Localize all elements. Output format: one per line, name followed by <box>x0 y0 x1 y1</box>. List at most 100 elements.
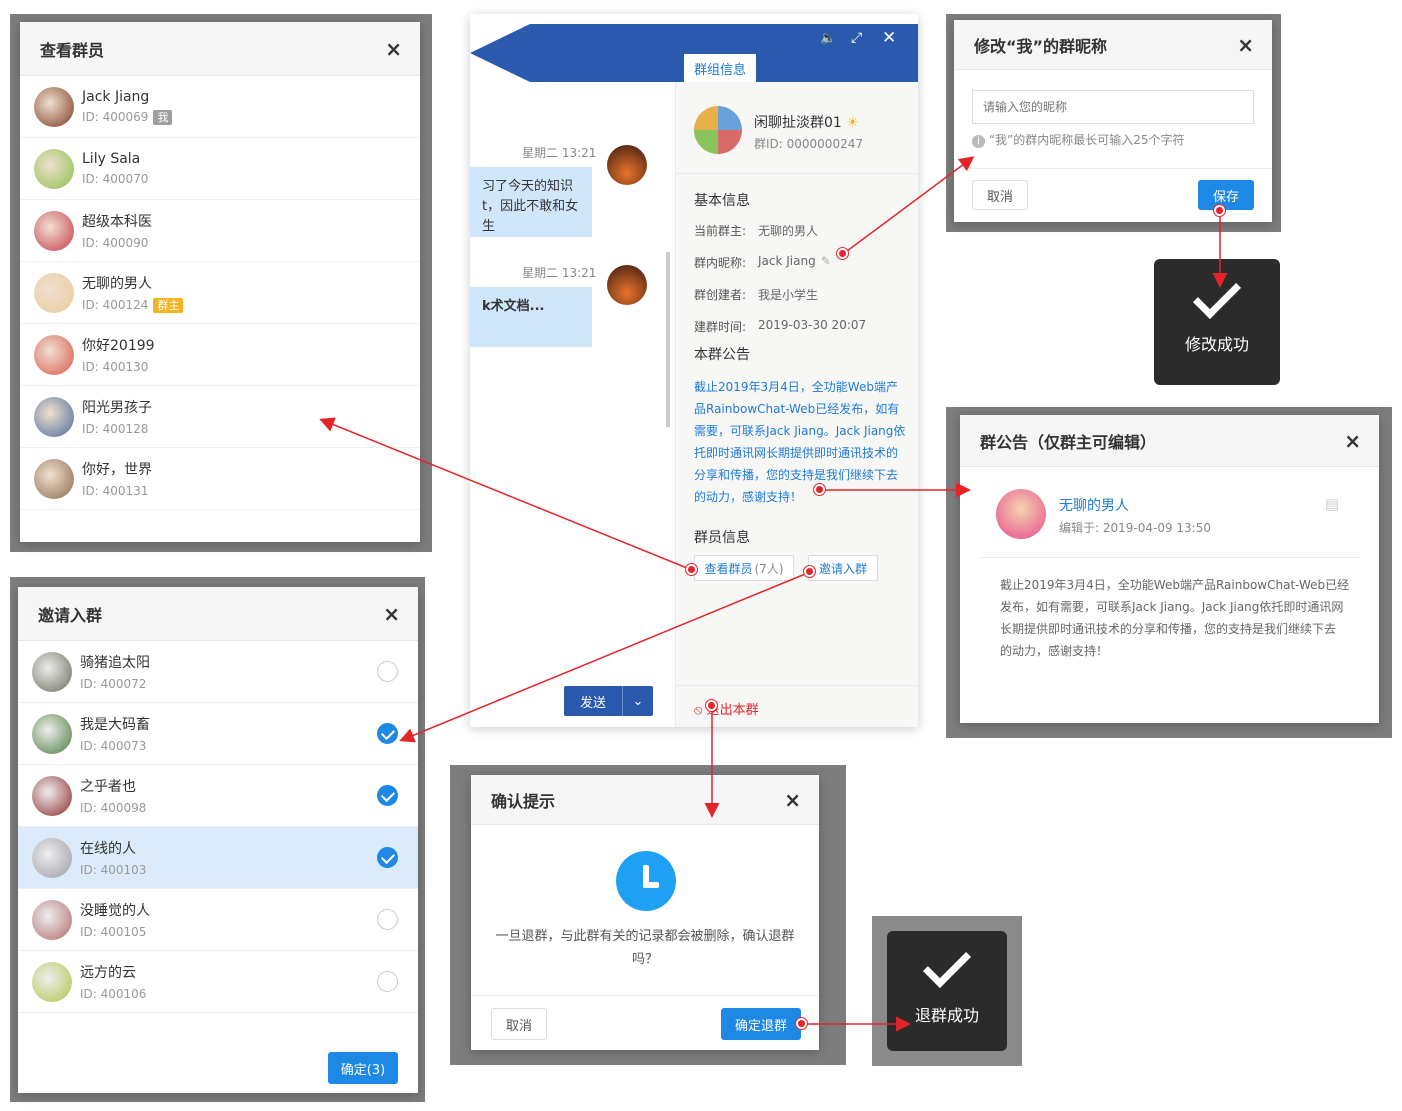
select-checkbox[interactable] <box>377 909 398 930</box>
close-icon[interactable]: × <box>1344 431 1361 451</box>
owner-row: 当前群主: 无聊的男人 <box>694 222 909 239</box>
owner-value[interactable]: 无聊的男人 <box>758 222 818 239</box>
member-info: 你好20199 ID: 400130 <box>82 335 155 374</box>
created-row: 建群时间: 2019-03-30 20:07 <box>694 318 909 335</box>
invite-list-item[interactable]: 没睡觉的人 ID: 400105 <box>18 889 418 951</box>
message-area: 星期二 13:21 习了今天的知识 t，因此不敢和女生 星期二 13:21 k术… <box>470 82 675 727</box>
member-list-item[interactable]: 你好20199 ID: 400130 <box>20 324 420 386</box>
nickname-input[interactable] <box>972 90 1254 124</box>
message-bubble: 习了今天的知识 t，因此不敢和女生 <box>470 167 592 237</box>
group-info-panel: 闲聊扯淡群01 ☀ 群ID: 0000000247 基本信息 当前群主: 无聊的… <box>675 82 919 727</box>
nickname-row: 群内昵称: Jack Jiang ✎ <box>694 254 909 271</box>
invite-list-item[interactable]: 之乎者也 ID: 400098 <box>18 765 418 827</box>
invite-confirm-button[interactable]: 确定(3) <box>328 1052 398 1084</box>
member-info: 你好，世界 ID: 400131 <box>82 459 152 498</box>
nickname-hint: i “我”的群内昵称最长可输入25个字符 <box>972 131 1185 148</box>
chat-window: 🔈 ⤢ ✕ 群组信息 星期二 13:21 习了今天的知识 t，因此不敢和女生 星… <box>470 14 930 739</box>
member-id: ID: 400105 <box>80 925 147 939</box>
member-list-item[interactable]: Jack Jiang ID: 400069 我 <box>20 76 420 138</box>
members-dialog-header: 查看群员 × <box>20 22 420 76</box>
select-checkbox[interactable] <box>377 785 398 806</box>
member-info: 无聊的男人 ID: 400124 群主 <box>82 273 184 313</box>
nickname-dialog-title: 修改“我”的群昵称 <box>974 36 1108 56</box>
member-list-item[interactable]: 你好，世界 ID: 400131 <box>20 448 420 510</box>
avatar <box>32 713 72 754</box>
member-name: 你好20199 <box>82 338 155 354</box>
member-list-item[interactable]: Lily Sala ID: 400070 <box>20 138 420 200</box>
message-time: 星期二 13:21 <box>522 146 597 160</box>
annotation-dot <box>706 700 717 711</box>
member-list-item[interactable]: 无聊的男人 ID: 400124 群主 <box>20 262 420 324</box>
creator-row: 群创建者: 我是小学生 <box>694 286 909 303</box>
confirm-message-line: 吗？ <box>631 952 658 967</box>
notice-line: 的动力，感谢支持！ <box>1000 644 1109 658</box>
notice-dialog-header: 群公告（仅群主可编辑） × <box>960 415 1379 467</box>
member-name: 在线的人 <box>80 841 136 857</box>
member-tag: 群主 <box>153 297 184 313</box>
annotation-dot <box>1214 205 1225 216</box>
basic-info: 基本信息 当前群主: 无聊的男人 群内昵称: Jack Jiang ✎ 群创建者… <box>694 190 909 345</box>
group-name-text: 闲聊扯淡群01 <box>754 115 842 131</box>
member-id-text: ID: 400124 <box>82 297 149 312</box>
check-icon <box>922 939 972 989</box>
member-list-item[interactable]: 阳光男孩子 ID: 400128 <box>20 386 420 448</box>
close-icon[interactable]: × <box>784 790 801 810</box>
member-name: 之乎者也 <box>80 779 136 795</box>
close-icon[interactable]: ✕ <box>882 28 896 48</box>
annotation-dot <box>686 564 697 575</box>
owner-label: 当前群主: <box>694 224 747 238</box>
group-id: 群ID: 0000000247 <box>754 137 863 151</box>
send-button[interactable]: 发送 ⌄ <box>564 686 653 716</box>
notice-line: 的动力，感谢支持！ <box>694 490 803 504</box>
scrollbar[interactable] <box>666 252 670 427</box>
avatar <box>32 961 72 1002</box>
confirm-message: 一旦退群，与此群有关的记录都会被删除，确认退群 吗？ <box>491 925 799 971</box>
member-list-item[interactable]: 超级本科医 ID: 400090 <box>20 200 420 262</box>
notice-author[interactable]: 无聊的男人 <box>1059 495 1129 515</box>
view-members-button[interactable]: 查看群员 (7人) <box>694 555 794 581</box>
notice-line: 需要，可联系Jack Jiang。Jack Jiang依 <box>694 424 906 438</box>
cancel-button[interactable]: 取消 <box>491 1008 547 1040</box>
tab-group-info[interactable]: 群组信息 <box>684 54 756 82</box>
select-checkbox[interactable] <box>377 847 398 868</box>
close-icon[interactable]: × <box>385 39 402 59</box>
message-text: 习了今天的知识 <box>482 179 574 194</box>
close-icon[interactable]: × <box>383 604 400 624</box>
member-info: 骑猪追太阳 ID: 400072 <box>80 652 150 691</box>
basic-info-title: 基本信息 <box>694 193 750 209</box>
check-icon <box>1192 270 1242 320</box>
member-id: ID: 400106 <box>80 987 147 1001</box>
notice-text[interactable]: 截止2019年3月4日，全功能Web端产 品RainbowChat-Web已经发布… <box>694 376 909 508</box>
select-checkbox[interactable] <box>377 661 398 682</box>
member-name: 远方的云 <box>80 965 136 981</box>
member-info: Jack Jiang ID: 400069 我 <box>82 89 173 125</box>
member-info: 我是大码畜 ID: 400073 <box>80 714 150 753</box>
cancel-button[interactable]: 取消 <box>972 180 1028 210</box>
chevron-down-icon[interactable]: ⌄ <box>623 686 653 716</box>
member-id-text: ID: 400090 <box>82 236 149 250</box>
close-icon[interactable]: × <box>1237 35 1254 55</box>
member-id-text: ID: 400131 <box>82 484 149 498</box>
invite-list-item[interactable]: 远方的云 ID: 400106 <box>18 951 418 1013</box>
member-tag: 我 <box>153 109 173 125</box>
avatar <box>32 899 72 940</box>
select-checkbox[interactable] <box>377 971 398 992</box>
invite-button[interactable]: 邀请入群 <box>808 555 878 581</box>
invite-list-item[interactable]: 骑猪追太阳 ID: 400072 <box>18 641 418 703</box>
select-checkbox[interactable] <box>377 723 398 744</box>
avatar <box>32 775 72 816</box>
quit-group-button[interactable]: ⦸ 退出本群 <box>694 699 759 718</box>
expand-icon[interactable]: ⤢ <box>851 30 862 46</box>
volume-icon[interactable]: 🔈 <box>820 31 836 46</box>
confirm-quit-button[interactable]: 确定退群 <box>721 1008 801 1040</box>
edit-icon[interactable]: ✎ <box>821 254 831 271</box>
invite-list-item[interactable]: 在线的人 ID: 400103 <box>18 827 418 889</box>
avatar <box>607 145 647 185</box>
creator-value: 我是小学生 <box>758 288 819 302</box>
clipboard-icon[interactable]: ▤ <box>1325 495 1339 513</box>
member-id: ID: 400098 <box>80 801 147 815</box>
invite-list-item[interactable]: 我是大码畜 ID: 400073 <box>18 703 418 765</box>
avatar <box>34 334 74 375</box>
save-button[interactable]: 保存 <box>1198 180 1254 210</box>
notice-line: 托即时通讯网长期提供即时通讯技术的 <box>694 446 899 460</box>
